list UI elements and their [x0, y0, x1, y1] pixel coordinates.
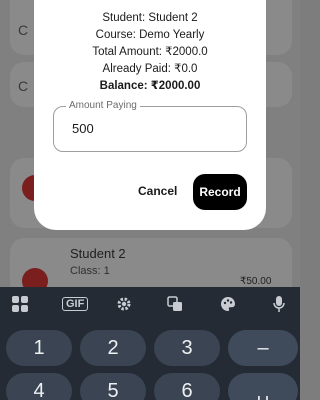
key-1[interactable]: 1 [6, 330, 72, 366]
record-button[interactable]: Record [193, 174, 247, 210]
amount-paying-value[interactable]: 500 [72, 121, 94, 136]
student-name: Student 2 [70, 246, 126, 261]
mic-icon[interactable] [273, 296, 285, 312]
payment-info: Student: Student 2 Course: Demo Yearly T… [34, 10, 266, 95]
apps-grid-icon[interactable] [12, 296, 28, 312]
screen: C C Student 2 Class: 1 ₹50.00 Student: S… [0, 0, 300, 400]
key-3[interactable]: 3 [154, 330, 220, 366]
background-card-letter: C [18, 78, 29, 94]
student-class: Class: 1 [70, 265, 110, 277]
payment-dialog: Student: Student 2 Course: Demo Yearly T… [34, 0, 266, 230]
gif-icon[interactable]: GIF [62, 297, 89, 311]
background-card-letter: C [18, 22, 29, 38]
course-line: Course: Demo Yearly [95, 29, 205, 41]
balance-line: Balance: ₹2000.00 [99, 80, 201, 92]
amount-paying-field[interactable]: Amount Paying 500 [53, 100, 247, 152]
amount-paying-label: Amount Paying [66, 100, 140, 111]
palette-icon[interactable] [220, 296, 236, 312]
key-2[interactable]: 2 [80, 330, 146, 366]
key-4[interactable]: 4 [6, 373, 72, 400]
key-space[interactable]: ␣ [228, 373, 298, 400]
cancel-button[interactable]: Cancel [138, 184, 177, 198]
translate-icon[interactable] [167, 296, 183, 312]
keyboard-toolbar: GIF [0, 287, 300, 321]
soft-keyboard: GIF 1 2 3 – 4 5 6 ␣ [0, 287, 300, 400]
student-amount: ₹50.00 [240, 276, 272, 287]
student-line: Student: Student 2 [102, 12, 198, 24]
total-amount-line: Total Amount: ₹2000.0 [92, 46, 208, 58]
gear-icon[interactable] [116, 296, 132, 312]
key-5[interactable]: 5 [80, 373, 146, 400]
key-minus[interactable]: – [228, 330, 298, 366]
key-6[interactable]: 6 [154, 373, 220, 400]
already-paid-line: Already Paid: ₹0.0 [102, 63, 198, 75]
